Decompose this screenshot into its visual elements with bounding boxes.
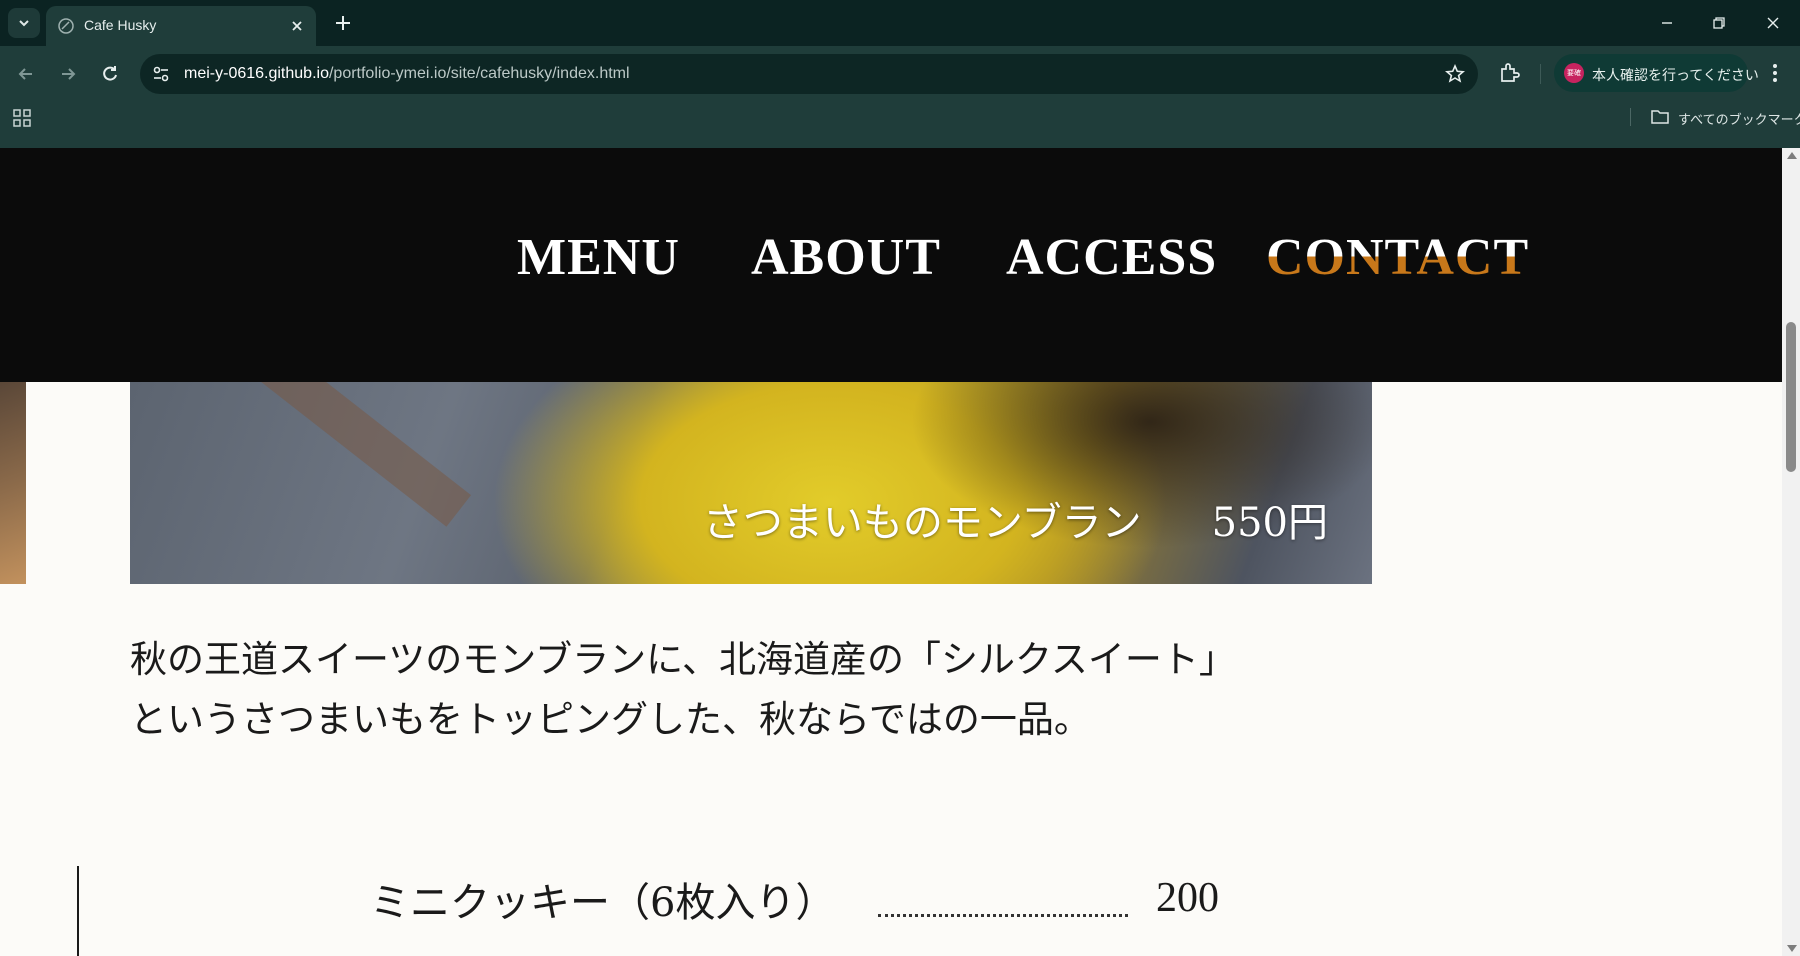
globe-icon bbox=[58, 18, 74, 34]
url-path: /portfolio-ymei.io/site/cafehusky/index.… bbox=[328, 65, 630, 82]
more-menu-icon[interactable] bbox=[1762, 60, 1788, 86]
active-tab[interactable]: Cafe Husky bbox=[46, 6, 316, 46]
scrollbar-thumb[interactable] bbox=[1786, 322, 1796, 472]
minimize-icon bbox=[1662, 22, 1672, 24]
item-description: 秋の王道スイーツのモンブランに、北海道産の「シルクスイート」 というさつまいもを… bbox=[130, 630, 1380, 750]
forward-button[interactable] bbox=[54, 60, 82, 88]
nav-about-link[interactable]: ABOUT bbox=[751, 228, 941, 287]
hero-caption: さつまいものモンブラン 550円 bbox=[703, 490, 1328, 548]
web-page: MENU ABOUT ACCESS CONTACT さつまいものモンブラン 550… bbox=[0, 148, 1782, 956]
tab-title: Cafe Husky bbox=[84, 17, 157, 33]
toolbar-divider bbox=[1540, 64, 1541, 84]
close-icon[interactable] bbox=[288, 17, 306, 35]
hero-spoon-decoration bbox=[210, 382, 472, 527]
hero-item-name: さつまいものモンブラン bbox=[702, 500, 1142, 546]
extensions-icon[interactable] bbox=[1496, 60, 1522, 86]
chevron-down-icon bbox=[19, 20, 29, 27]
url-host: mei-y-0616.github.io bbox=[184, 65, 329, 82]
reload-button[interactable] bbox=[96, 60, 124, 88]
scroll-up-arrow-icon[interactable] bbox=[1787, 152, 1797, 159]
page-scrollbar[interactable] bbox=[1782, 148, 1800, 956]
avatar: 要確 bbox=[1564, 63, 1584, 83]
site-info-icon[interactable] bbox=[150, 63, 172, 85]
minimize-button[interactable] bbox=[1654, 10, 1680, 36]
menu-item-price: 200 bbox=[1156, 875, 1219, 921]
carousel-prev-slide-image bbox=[0, 382, 26, 584]
bookmarks-divider bbox=[1630, 108, 1631, 126]
nav-access-link[interactable]: ACCESS bbox=[1006, 228, 1217, 287]
apps-grid-icon[interactable] bbox=[12, 108, 32, 128]
folder-icon[interactable] bbox=[1650, 108, 1670, 126]
new-tab-icon[interactable] bbox=[332, 12, 354, 34]
profile-button[interactable]: 要確 本人確認を行ってください bbox=[1554, 54, 1759, 92]
reload-icon bbox=[103, 66, 117, 81]
browser-tab-bar: Cafe Husky bbox=[0, 0, 1800, 46]
address-bar[interactable]: mei-y-0616.github.io/portfolio-ymei.io/s… bbox=[140, 54, 1478, 94]
mont-blanc-hero-image: さつまいものモンブラン 550円 bbox=[130, 382, 1372, 584]
restore-button[interactable] bbox=[1706, 10, 1732, 36]
hero-item-price: 550円 bbox=[1211, 500, 1328, 546]
url-text: mei-y-0616.github.io/portfolio-ymei.io/s… bbox=[184, 65, 630, 83]
nav-contact-link[interactable]: CONTACT bbox=[1266, 228, 1529, 287]
arrow-left-icon bbox=[18, 68, 32, 80]
window-close-button[interactable] bbox=[1760, 10, 1786, 36]
back-button[interactable] bbox=[12, 60, 40, 88]
description-line-1: 秋の王道スイーツのモンブランに、北海道産の「シルクスイート」 bbox=[130, 638, 1236, 681]
nav-menu-link[interactable]: MENU bbox=[517, 228, 680, 287]
menu-item-name: ミニクッキー（6枚入り） bbox=[370, 880, 836, 926]
profile-label: 本人確認を行ってください bbox=[1592, 67, 1759, 83]
description-line-2: というさつまいもをトッピングした、秋ならではの一品。 bbox=[130, 698, 1091, 741]
menu-leader-dots bbox=[878, 914, 1128, 917]
all-bookmarks-link[interactable]: すべてのブックマーク bbox=[1678, 109, 1800, 128]
restore-icon bbox=[1713, 17, 1725, 29]
arrow-right-icon bbox=[62, 68, 76, 80]
star-icon[interactable] bbox=[1444, 63, 1466, 85]
scroll-down-arrow-icon[interactable] bbox=[1787, 945, 1797, 952]
browser-toolbar: mei-y-0616.github.io/portfolio-ymei.io/s… bbox=[0, 46, 1800, 148]
tab-search-button[interactable] bbox=[8, 8, 40, 38]
site-header: MENU ABOUT ACCESS CONTACT bbox=[0, 148, 1782, 382]
close-icon bbox=[1767, 17, 1779, 29]
menu-list-rule bbox=[77, 866, 79, 956]
